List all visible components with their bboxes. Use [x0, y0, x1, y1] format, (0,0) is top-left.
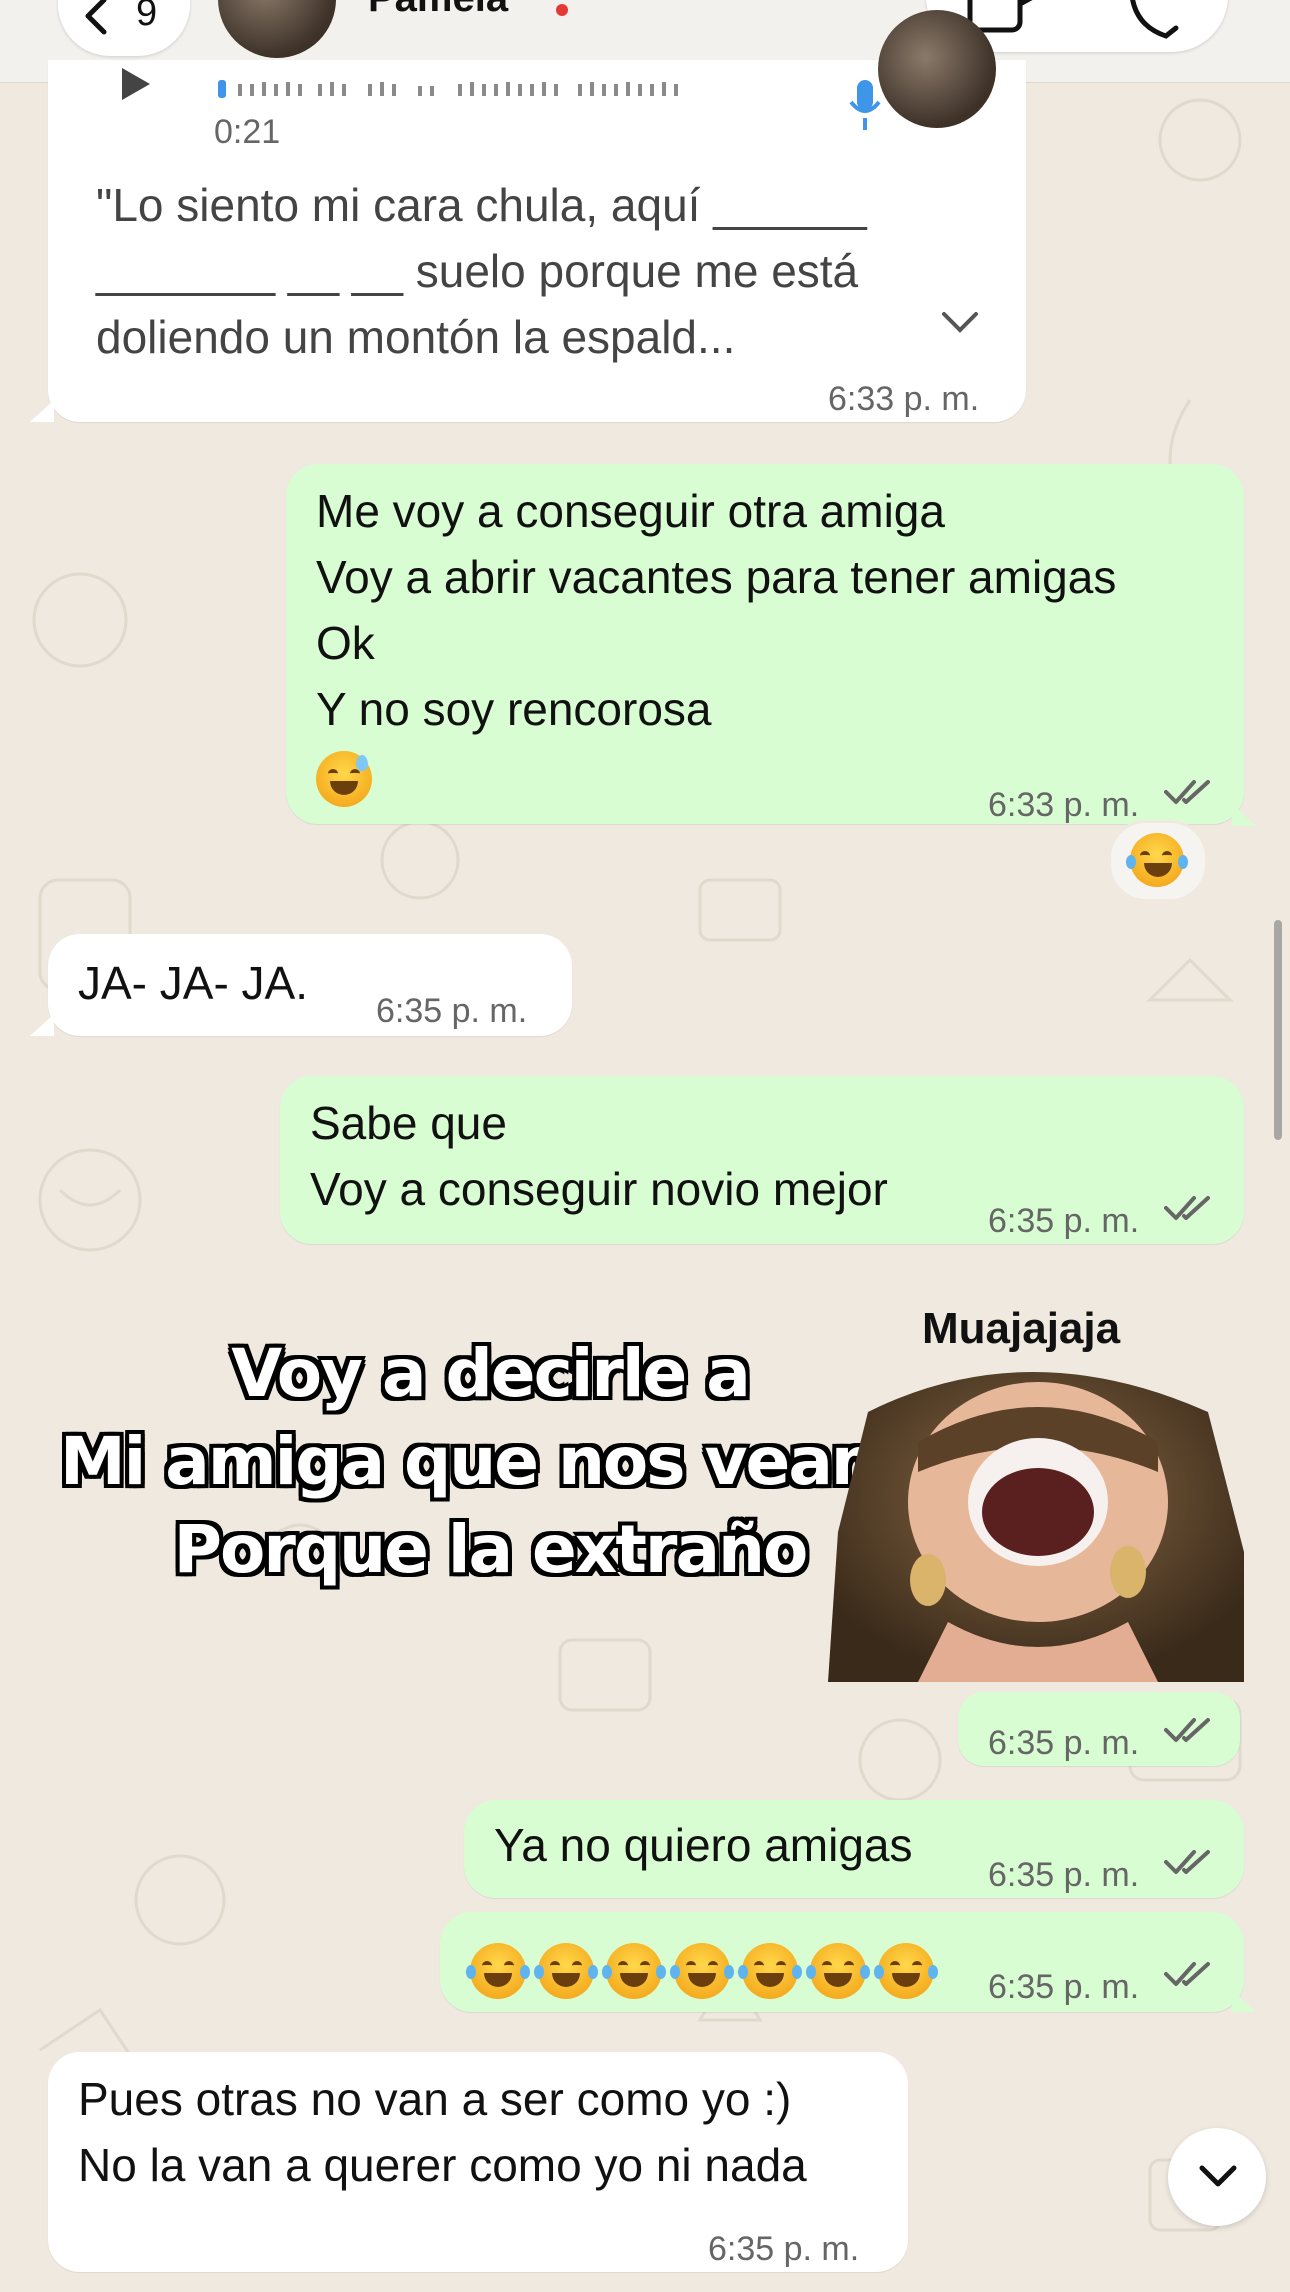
read-receipt-icon [1164, 1962, 1210, 1986]
audio-waveform[interactable] [218, 80, 848, 102]
message-time: 6:35 p. m. [376, 992, 528, 1030]
outgoing-message[interactable]: Sabe que Voy a conseguir novio mejor 6:3… [280, 1076, 1244, 1244]
bubble-tail [1232, 1990, 1256, 2012]
chevron-left-icon [85, 0, 107, 35]
voice-message-bubble[interactable]: 0:21 "Lo siento mi cara chula, aquí ____… [48, 10, 1026, 422]
message-line: No la van a querer como yo ni nada [78, 2139, 807, 2191]
laughing-emoji [1126, 833, 1188, 887]
bubble-tail [1232, 804, 1256, 826]
contact-avatar[interactable] [218, 0, 336, 58]
phone-icon[interactable] [1126, 0, 1186, 40]
message-line: Sabe que [310, 1097, 507, 1149]
sticker-text: Voy a decirle a Mi amiga que nos veamos … [60, 1330, 980, 1594]
status-dot [556, 4, 568, 16]
message-time: 6:35 p. m. [708, 2230, 860, 2268]
message-line: JA- JA- JA. [78, 957, 309, 1009]
contact-name[interactable]: Pamela [368, 0, 508, 21]
message-line: Y no soy rencorosa [316, 683, 712, 735]
transcript-line: "Lo siento mi cara chula, aquí ______ [96, 179, 867, 231]
message-line: Voy a conseguir novio mejor [310, 1163, 888, 1215]
reaction-badge[interactable] [1108, 820, 1208, 902]
message-line: Voy a abrir vacantes para tener amigas [316, 551, 1117, 603]
microphone-icon [849, 80, 881, 130]
bubble-tail [30, 400, 54, 422]
chevron-down-icon[interactable] [940, 310, 980, 334]
transcript-line: doliendo un montón la espald... [96, 311, 736, 363]
sticker-time-pill: 6:35 p. m. [958, 1692, 1240, 1766]
read-receipt-icon [1164, 1196, 1210, 1220]
play-icon[interactable] [116, 64, 156, 104]
incoming-message[interactable]: JA- JA- JA. 6:35 p. m. [48, 934, 572, 1036]
message-line: Pues otras no van a ser como yo :) [78, 2073, 792, 2125]
message-line: Ok [316, 617, 375, 669]
back-button[interactable]: 9 [58, 0, 190, 56]
outgoing-message[interactable]: Ya no quiero amigas 6:35 p. m. [464, 1800, 1244, 1898]
sender-avatar [878, 10, 996, 128]
sticker-line: Mi amiga que nos veamos [60, 1423, 980, 1500]
read-receipt-icon [1164, 780, 1210, 804]
chevron-down-icon [1199, 2165, 1237, 2187]
message-time: 6:35 p. m. [988, 1968, 1140, 2006]
message-time: 6:35 p. m. [988, 1724, 1140, 1762]
scroll-to-bottom-button[interactable] [1168, 2128, 1266, 2226]
read-receipt-icon [1164, 1718, 1210, 1742]
outgoing-message[interactable]: Me voy a conseguir otra amiga Voy a abri… [286, 464, 1244, 824]
transcript-line: _______ __ __ suelo porque me está [96, 245, 859, 297]
message-time: 6:33 p. m. [988, 786, 1140, 824]
sticker-line: Porque la extraño [173, 1511, 809, 1588]
message-time: 6:33 p. m. [828, 380, 980, 418]
rofl-emoji-row [466, 1934, 938, 2000]
message-time: 6:35 p. m. [988, 1202, 1140, 1240]
sticker-caption: Muajajaja [922, 1304, 1121, 1353]
outgoing-message[interactable]: 6:35 p. m. [440, 1912, 1244, 2012]
message-line: Me voy a conseguir otra amiga [316, 485, 945, 537]
voice-duration: 0:21 [214, 113, 281, 151]
scrollbar[interactable] [1274, 920, 1282, 1140]
read-receipt-icon [1164, 1850, 1210, 1874]
sticker-line: Voy a decirle a [231, 1335, 751, 1412]
message-line: Ya no quiero amigas [494, 1819, 913, 1871]
unread-count: 9 [136, 0, 158, 34]
incoming-message[interactable]: Pues otras no van a ser como yo :) No la… [48, 2052, 908, 2272]
message-time: 6:35 p. m. [988, 1856, 1140, 1894]
laughing-woman-sticker-image [828, 1372, 1244, 1682]
bubble-tail [30, 1014, 54, 1036]
